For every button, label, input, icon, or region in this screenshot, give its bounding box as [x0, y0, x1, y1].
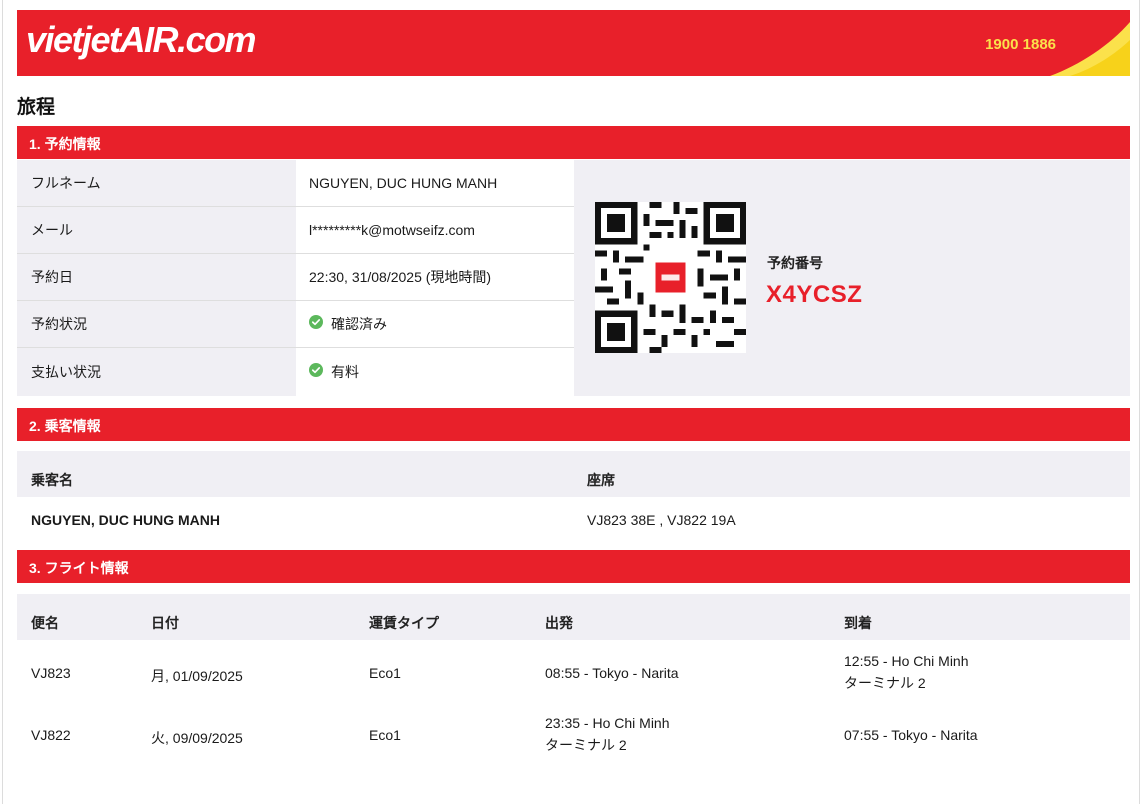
- page-title: 旅程: [17, 97, 56, 118]
- column-header-passenger-name: 乗客名: [31, 472, 73, 488]
- info-row-booking-status: 予約状況 確認済み: [17, 301, 574, 348]
- info-row-email: メール l*********k@motwseifz.com: [17, 207, 574, 254]
- passenger-info-section-title: 2. 乗客情報: [17, 408, 1130, 441]
- info-value-with-status: 有料: [296, 348, 574, 396]
- check-circle-icon: [309, 363, 323, 377]
- flight-row: VJ822 火, 09/09/2025 Eco1 23:35 - Ho Chi …: [17, 702, 1130, 764]
- column-header-seat: 座席: [587, 472, 615, 488]
- pnr-code: X4YCSZ: [766, 281, 863, 308]
- arrival-terminal: ターミナル 2: [844, 675, 926, 691]
- info-row-payment-status: 支払い状況 有料: [17, 348, 574, 396]
- itinerary-page: vietjetAIR.com 1900 1886 旅程 1. 予約情報 フルネー…: [2, 0, 1140, 804]
- payment-status-value: 有料: [331, 364, 359, 380]
- info-label: フルネーム: [17, 160, 296, 206]
- flight-info-section-title: 3. フライト情報: [17, 550, 1130, 583]
- fare-type: Eco1: [369, 727, 401, 743]
- flight-number: VJ823: [31, 665, 71, 681]
- column-header-flight: 便名: [31, 615, 59, 631]
- info-value: NGUYEN, DUC HUNG MANH: [296, 160, 574, 206]
- column-header-arrival: 到着: [844, 615, 872, 631]
- check-circle-icon: [309, 315, 323, 329]
- fare-type: Eco1: [369, 665, 401, 681]
- pnr-label: 予約番号: [767, 255, 823, 271]
- booking-info-table: フルネーム NGUYEN, DUC HUNG MANH メール l*******…: [17, 160, 574, 396]
- vietjet-logo[interactable]: vietjetAIR.com: [26, 19, 257, 61]
- passenger-row: NGUYEN, DUC HUNG MANH VJ823 38E , VJ822 …: [17, 497, 1130, 543]
- flight-row: VJ823 月, 01/09/2025 Eco1 08:55 - Tokyo -…: [17, 640, 1130, 702]
- info-label: メール: [17, 207, 296, 253]
- info-value-with-status: 確認済み: [296, 301, 574, 347]
- passenger-seats: VJ823 38E , VJ822 19A: [587, 512, 736, 528]
- departure-terminal: ターミナル 2: [545, 737, 627, 753]
- passenger-table-header: 乗客名 座席: [17, 451, 1130, 497]
- arrival-info: 07:55 - Tokyo - Narita: [844, 727, 978, 743]
- departure-info: 23:35 - Ho Chi Minh: [545, 715, 670, 731]
- info-label: 予約状況: [17, 301, 296, 347]
- flight-date: 火, 09/09/2025: [151, 730, 243, 746]
- booking-status-value: 確認済み: [331, 316, 387, 332]
- column-header-departure: 出発: [545, 615, 573, 631]
- flight-number: VJ822: [31, 727, 71, 743]
- booking-info-section-title: 1. 予約情報: [17, 126, 1130, 159]
- column-header-fare-type: 運賃タイプ: [369, 615, 439, 631]
- flight-table-header: 便名 日付 運賃タイプ 出発 到着: [17, 594, 1130, 640]
- info-value: 22:30, 31/08/2025 (現地時間): [296, 254, 574, 300]
- booking-qr-code-icon: [595, 202, 746, 353]
- info-label: 支払い状況: [17, 348, 296, 396]
- info-row-fullname: フルネーム NGUYEN, DUC HUNG MANH: [17, 160, 574, 207]
- info-value: l*********k@motwseifz.com: [296, 207, 574, 253]
- info-label: 予約日: [17, 254, 296, 300]
- passenger-name: NGUYEN, DUC HUNG MANH: [31, 512, 220, 528]
- flight-date: 月, 01/09/2025: [151, 668, 243, 684]
- info-row-booking-date: 予約日 22:30, 31/08/2025 (現地時間): [17, 254, 574, 301]
- departure-info: 08:55 - Tokyo - Narita: [545, 665, 679, 681]
- yellow-swoosh-decoration: [1050, 22, 1130, 76]
- column-header-date: 日付: [151, 615, 179, 631]
- header-banner: vietjetAIR.com 1900 1886: [17, 10, 1130, 76]
- qr-panel: 予約番号 X4YCSZ: [574, 160, 1130, 396]
- arrival-info: 12:55 - Ho Chi Minh: [844, 653, 969, 669]
